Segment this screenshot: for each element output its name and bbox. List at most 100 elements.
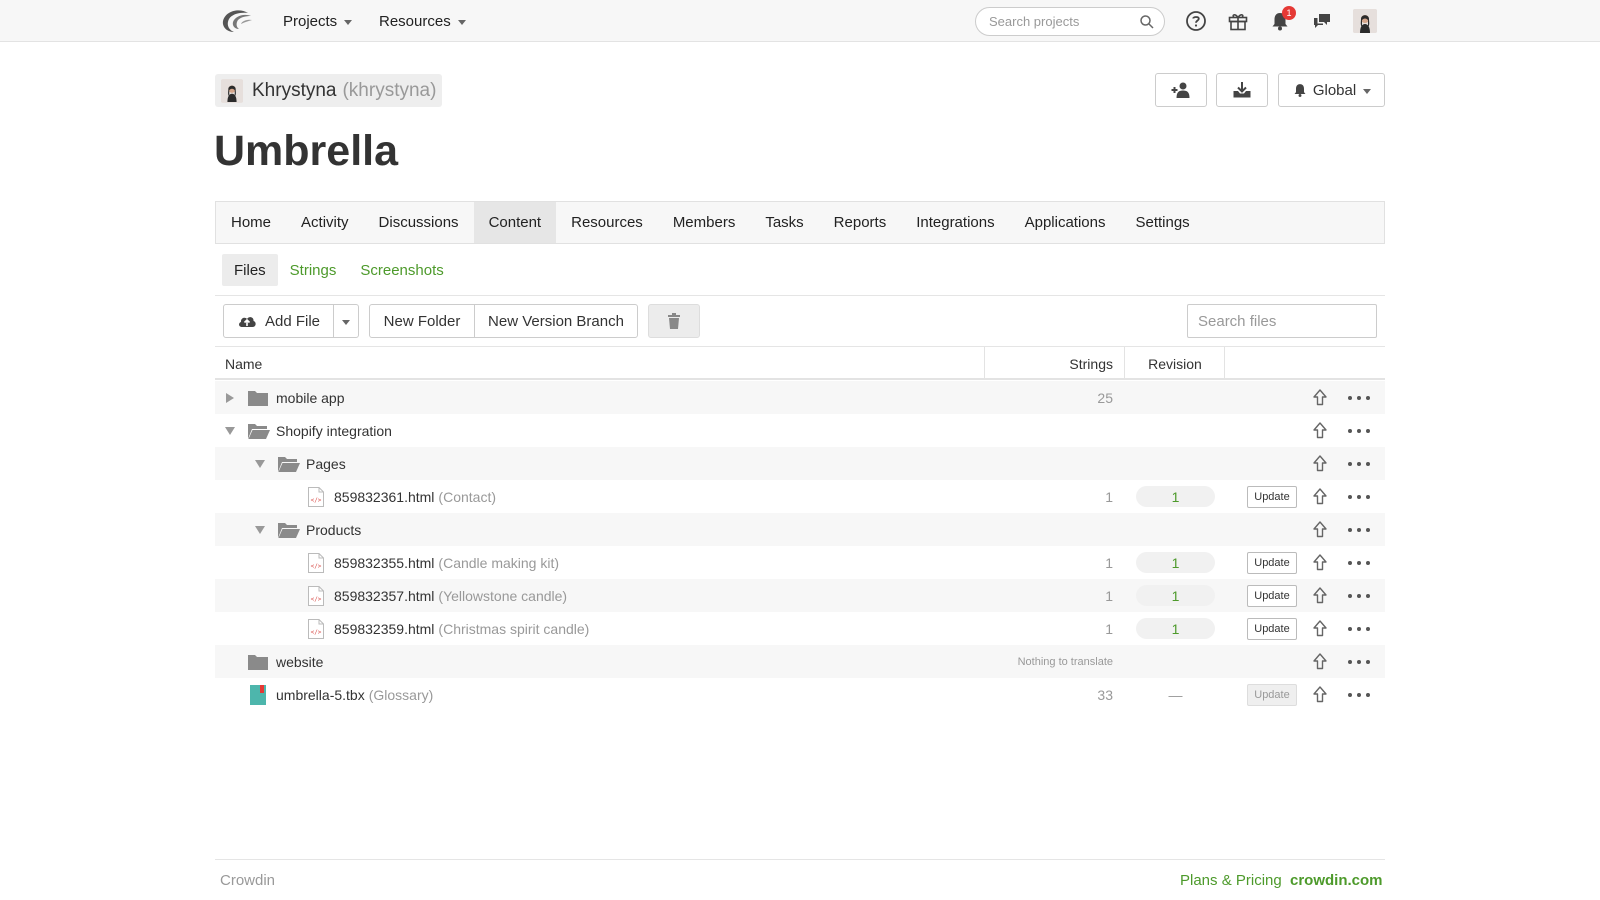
- item-name[interactable]: mobile app: [276, 390, 345, 406]
- more-options-icon[interactable]: [1348, 455, 1370, 472]
- item-name[interactable]: Pages: [306, 456, 346, 472]
- file-row[interactable]: </> 859832357.html (Yellowstone candle) 1 1 U…: [215, 579, 1385, 612]
- subtab-strings[interactable]: Strings: [278, 254, 349, 286]
- search-icon: [1140, 15, 1154, 29]
- strings-count: 1: [1105, 587, 1113, 604]
- tab-tasks[interactable]: Tasks: [750, 202, 818, 243]
- tab-settings[interactable]: Settings: [1120, 202, 1204, 243]
- new-version-branch-button[interactable]: New Version Branch: [474, 304, 638, 338]
- collapse-toggle-icon[interactable]: [255, 447, 265, 480]
- more-options-icon[interactable]: [1348, 653, 1370, 670]
- more-options-icon[interactable]: [1348, 422, 1370, 439]
- upload-translation-icon[interactable]: [1312, 554, 1328, 571]
- item-name[interactable]: 859832355.html: [334, 555, 434, 571]
- subtab-screenshots[interactable]: Screenshots: [348, 254, 455, 286]
- project-owner[interactable]: Khrystyna (khrystyna): [215, 74, 443, 107]
- item-name[interactable]: 859832357.html: [334, 588, 434, 604]
- column-header-strings[interactable]: Strings: [985, 347, 1113, 380]
- upload-translation-icon[interactable]: [1312, 455, 1328, 472]
- upload-translation-icon[interactable]: [1312, 653, 1328, 670]
- folder-row[interactable]: website Nothing to translate: [215, 645, 1385, 678]
- row-name-cell: 859832355.html (Candle making kit): [334, 546, 559, 579]
- file-row[interactable]: </> 859832361.html (Contact) 1 1 Update: [215, 480, 1385, 513]
- tab-reports[interactable]: Reports: [819, 202, 902, 243]
- tab-members[interactable]: Members: [658, 202, 751, 243]
- tab-integrations[interactable]: Integrations: [901, 202, 1009, 243]
- row-name-cell: 859832357.html (Yellowstone candle): [334, 579, 567, 612]
- update-button[interactable]: Update: [1247, 552, 1297, 574]
- column-header-name[interactable]: Name: [225, 347, 262, 380]
- collapse-toggle-icon[interactable]: [255, 513, 265, 546]
- upload-translation-icon[interactable]: [1312, 620, 1328, 637]
- update-button[interactable]: Update: [1247, 585, 1297, 607]
- more-options-icon[interactable]: [1348, 521, 1370, 538]
- crowdin-logo-icon[interactable]: [218, 7, 254, 35]
- add-file-button[interactable]: Add File: [223, 304, 334, 338]
- tab-activity[interactable]: Activity: [286, 202, 364, 243]
- crowdin-site-link[interactable]: crowdin.com: [1290, 872, 1383, 889]
- item-name[interactable]: umbrella-5.tbx: [276, 687, 365, 703]
- upload-translation-icon[interactable]: [1312, 521, 1328, 538]
- owner-avatar-image: [221, 79, 243, 102]
- plans-pricing-link[interactable]: Plans & Pricing: [1180, 872, 1282, 889]
- user-avatar[interactable]: [1353, 9, 1377, 33]
- search-projects-input[interactable]: Search projects: [975, 7, 1165, 36]
- upload-translation-icon[interactable]: [1312, 686, 1328, 703]
- file-row[interactable]: </> 859832359.html (Christmas spirit candl…: [215, 612, 1385, 645]
- folder-icon: [248, 381, 268, 414]
- item-name[interactable]: 859832361.html: [334, 489, 434, 505]
- folder-open-icon: [278, 447, 300, 480]
- help-icon[interactable]: [1185, 10, 1207, 32]
- nav-resources-menu[interactable]: Resources: [379, 0, 466, 42]
- more-options-icon[interactable]: [1348, 620, 1370, 637]
- upload-translation-icon[interactable]: [1312, 422, 1328, 439]
- update-button[interactable]: Update: [1247, 684, 1297, 706]
- revision-badge[interactable]: 1: [1136, 618, 1215, 639]
- gift-icon[interactable]: [1227, 10, 1249, 32]
- item-title: (Christmas spirit candle): [438, 620, 590, 637]
- item-name[interactable]: 859832359.html: [334, 621, 434, 637]
- expand-toggle-icon[interactable]: [226, 381, 234, 414]
- column-header-revision[interactable]: Revision: [1125, 347, 1225, 380]
- more-options-icon[interactable]: [1348, 686, 1370, 703]
- owner-name: Khrystyna: [252, 79, 337, 101]
- tab-home[interactable]: Home: [216, 202, 286, 243]
- collapse-toggle-icon[interactable]: [225, 414, 235, 447]
- upload-translation-icon[interactable]: [1312, 389, 1328, 406]
- folder-row[interactable]: Pages: [215, 447, 1385, 480]
- folder-row[interactable]: mobile app 25: [215, 381, 1385, 414]
- search-files-input[interactable]: Search files: [1187, 304, 1377, 338]
- tab-applications[interactable]: Applications: [1010, 202, 1121, 243]
- download-translations-button[interactable]: [1216, 73, 1268, 107]
- file-row[interactable]: </> 859832355.html (Candle making kit) 1 1 Up…: [215, 546, 1385, 579]
- more-options-icon[interactable]: [1348, 554, 1370, 571]
- svg-text:</>: </>: [311, 563, 322, 570]
- item-name[interactable]: Shopify integration: [276, 423, 392, 439]
- add-file-dropdown-button[interactable]: [333, 304, 359, 338]
- upload-translation-icon[interactable]: [1312, 488, 1328, 505]
- upload-translation-icon[interactable]: [1312, 587, 1328, 604]
- revision-badge[interactable]: 1: [1136, 552, 1215, 573]
- more-options-icon[interactable]: [1348, 488, 1370, 505]
- revision-badge[interactable]: 1: [1136, 486, 1215, 507]
- nav-projects-menu[interactable]: Projects: [283, 0, 353, 42]
- new-folder-button[interactable]: New Folder: [369, 304, 475, 338]
- more-options-icon[interactable]: [1348, 389, 1370, 406]
- update-button[interactable]: Update: [1247, 486, 1297, 508]
- tab-resources[interactable]: Resources: [556, 202, 658, 243]
- revision-badge[interactable]: 1: [1136, 585, 1215, 606]
- more-options-icon[interactable]: [1348, 587, 1370, 604]
- item-name[interactable]: Products: [306, 522, 361, 538]
- glossary-row[interactable]: umbrella-5.tbx (Glossary) 33 — Update: [215, 678, 1385, 711]
- tab-content[interactable]: Content: [473, 202, 557, 243]
- invite-member-button[interactable]: [1155, 73, 1207, 107]
- delete-button[interactable]: [648, 304, 700, 338]
- messages-icon[interactable]: [1311, 10, 1333, 32]
- item-name[interactable]: website: [276, 654, 323, 670]
- folder-row[interactable]: Shopify integration: [215, 414, 1385, 447]
- subtab-files[interactable]: Files: [222, 254, 278, 286]
- folder-row[interactable]: Products: [215, 513, 1385, 546]
- update-button[interactable]: Update: [1247, 618, 1297, 640]
- notification-settings-dropdown[interactable]: Global: [1278, 73, 1385, 107]
- tab-discussions[interactable]: Discussions: [364, 202, 474, 243]
